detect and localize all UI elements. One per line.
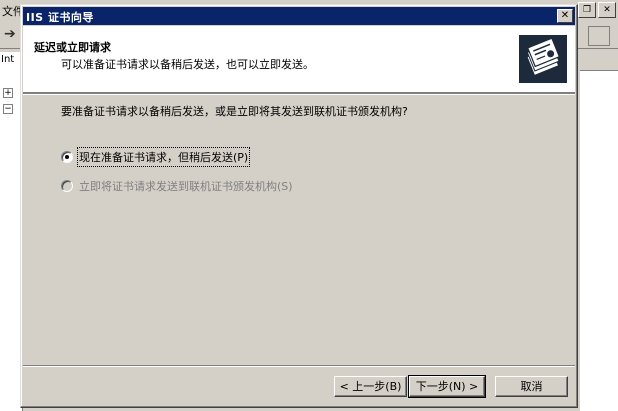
radio-send-now [61,180,73,192]
close-button[interactable]: ✕ [557,9,573,23]
dialog-title: IIS 证书向导 [26,11,94,24]
header-divider-highlight [23,94,575,95]
wizard-header: 延迟或立即请求 可以准备证书请求以备稍后发送，也可以立即发送。 [23,26,575,93]
page-title: 延迟或立即请求 [34,41,111,54]
dialog-titlebar[interactable]: IIS 证书向导 ✕ [23,7,575,25]
toolbar-button[interactable] [588,26,610,46]
option-send-now-label: 立即将证书请求发送到联机证书颁发机构(S) [79,180,293,193]
cancel-button[interactable]: 取消 [495,376,568,397]
certificate-icon [519,35,567,83]
background-list-pane [580,52,618,411]
restore-icon[interactable]: ❐ [578,2,596,18]
option-prepare-later[interactable]: 现在准备证书请求，但稍后发送(P) [61,147,251,167]
next-button[interactable]: 下一步(N) > [408,375,486,398]
iis-certificate-wizard-dialog: IIS 证书向导 ✕ 延迟或立即请求 可以准备证书请求以备稍后发送，也可以立即发… [20,4,578,408]
tree-collapse-icon[interactable]: − [3,104,13,114]
back-button[interactable]: < 上一步(B) [334,376,407,397]
close-icon[interactable]: ✕ [598,2,616,18]
page-subtitle: 可以准备证书请求以备稍后发送，也可以立即发送。 [61,58,314,71]
forward-arrow-icon[interactable]: ➔ [4,26,16,42]
background-window-buttons: ❐ ✕ [578,2,616,18]
radio-prepare-later[interactable] [61,151,73,163]
tree-expand-icon[interactable]: + [3,88,13,98]
list-header [580,52,618,71]
option-prepare-later-label[interactable]: 现在准备证书请求，但稍后发送(P) [76,147,251,167]
option-send-now: 立即将证书请求发送到联机证书颁发机构(S) [61,178,293,194]
tree-root-label: Int [1,54,15,65]
question-text: 要准备证书请求以备稍后发送，或是立即将其发送到联机证书颁发机构? [61,105,408,118]
footer-divider-highlight [23,366,575,367]
